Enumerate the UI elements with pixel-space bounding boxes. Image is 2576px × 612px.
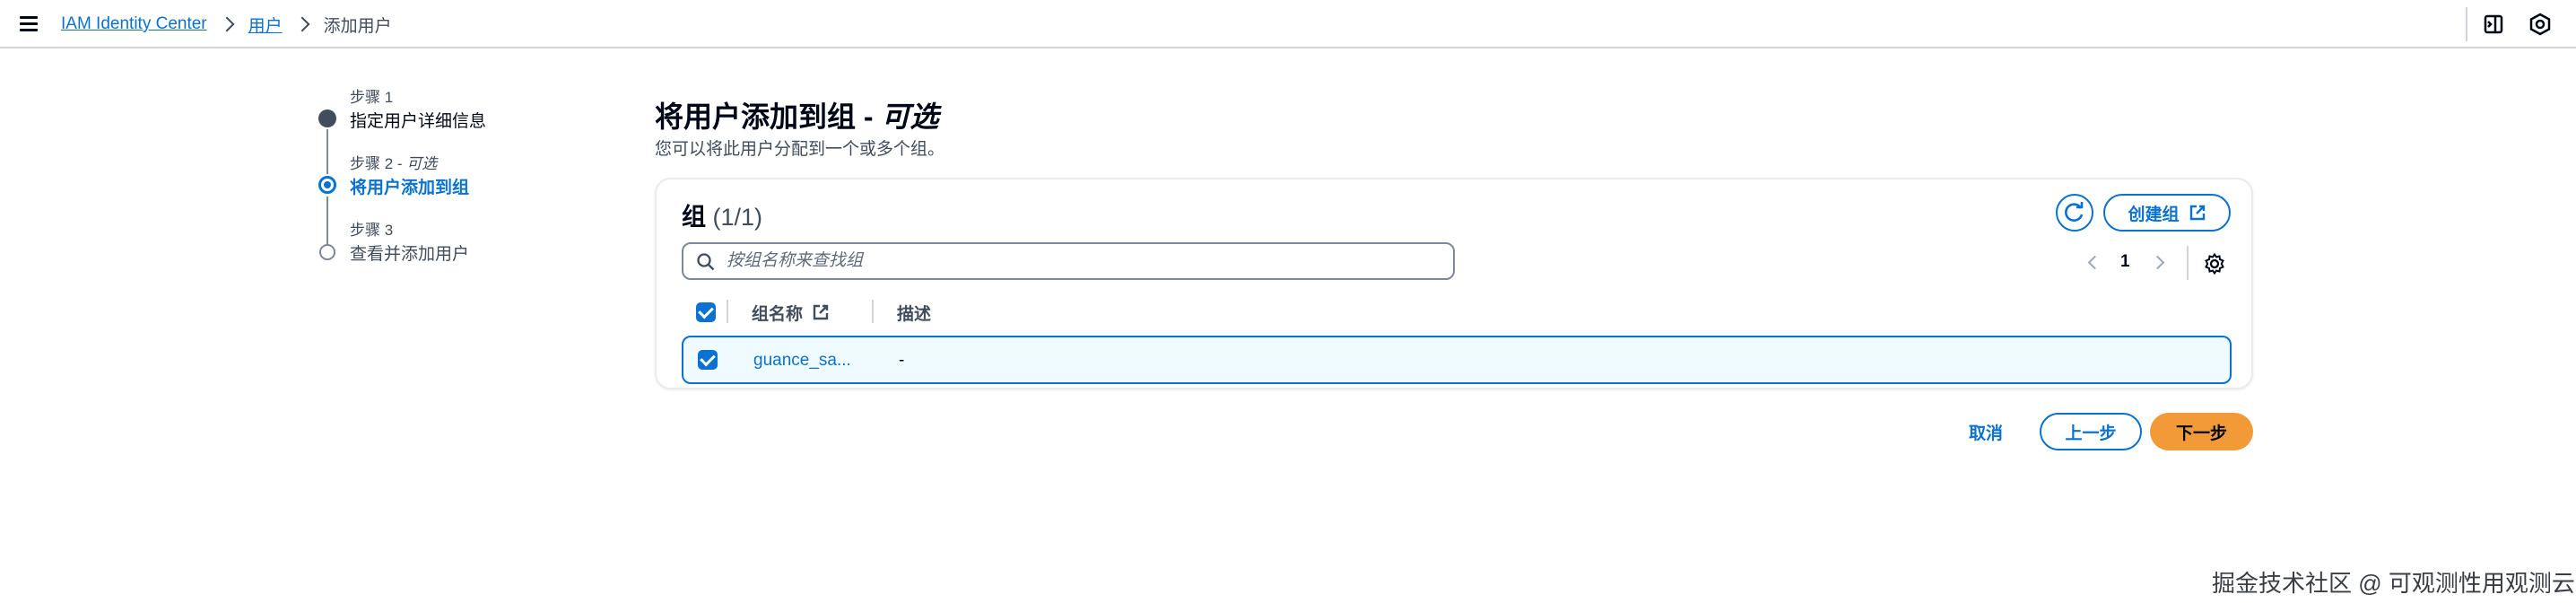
search-icon [697,253,715,271]
refresh-icon [2065,202,2084,222]
column-header-description[interactable]: 描述 [897,298,931,327]
step-3-number: 步骤 3 [350,222,394,239]
row-checkbox[interactable] [698,350,718,370]
panel-icon[interactable] [2481,12,2506,37]
step-pending-icon [319,244,335,260]
chevron-right-icon [293,12,313,37]
column-divider [727,300,728,323]
step-1-label[interactable]: 指定用户详细信息 [350,108,486,132]
top-navigation: IAM Identity Center 用户 添加用户 [0,0,2576,48]
step-2-label: 将用户添加到组 [350,179,470,197]
breadcrumb-current: 添加用户 [323,16,392,36]
step-2-number: 步骤 2 - 可选 [350,155,438,172]
search-input[interactable] [727,248,1444,275]
page-title: 将用户添加到组 - 可选 [655,101,939,133]
page-subtitle: 您可以将此用户分配到一个或多个组。 [655,140,945,159]
groups-count: (1/1) [712,204,763,231]
breadcrumb: IAM Identity Center 用户 添加用户 [61,12,392,37]
create-group-button[interactable]: 创建组 [2103,194,2231,232]
step-connector [326,129,328,174]
column-header-group-name[interactable]: 组名称 [752,298,830,327]
external-link-icon [2189,205,2205,221]
search-field [682,242,1455,280]
divider [2466,7,2467,41]
step-completed-icon [318,109,336,127]
breadcrumb-iam-identity-center[interactable]: IAM Identity Center [61,14,207,34]
column-divider [872,300,874,323]
menu-icon[interactable] [20,13,39,33]
group-name-link[interactable]: guance_sa... [753,351,851,371]
group-description: - [899,351,905,370]
refresh-button[interactable] [2056,194,2093,232]
step-active-icon [318,176,336,194]
table-row[interactable]: guance_sa... - [682,336,2232,384]
notifications-icon[interactable] [2528,12,2553,37]
chevron-left-icon[interactable] [2083,249,2101,275]
select-all-checkbox[interactable] [696,298,716,327]
groups-table-container: 组 (1/1) 创建组 1 组名称 [655,178,2253,389]
cancel-button[interactable]: 取消 [1969,413,2003,450]
gear-icon[interactable] [2203,252,2226,275]
chevron-right-icon[interactable] [2150,249,2168,275]
page-number[interactable]: 1 [2120,252,2130,272]
step-3-label: 查看并添加用户 [350,245,470,264]
column-header-label: 组名称 [752,304,804,324]
step-1-number: 步骤 1 [350,89,394,106]
divider [2187,246,2189,280]
step-connector [326,197,328,245]
previous-button[interactable]: 上一步 [2040,413,2142,450]
pagination: 1 [2083,249,2168,275]
next-button[interactable]: 下一步 [2150,413,2253,450]
breadcrumb-users[interactable]: 用户 [248,13,283,37]
external-link-icon [813,304,829,320]
chevron-right-icon [218,12,238,37]
groups-table-title: 组 (1/1) [682,204,763,231]
watermark: 掘金技术社区 @ 可观测性用观测云 [2212,570,2575,597]
create-group-label: 创建组 [2128,205,2180,224]
